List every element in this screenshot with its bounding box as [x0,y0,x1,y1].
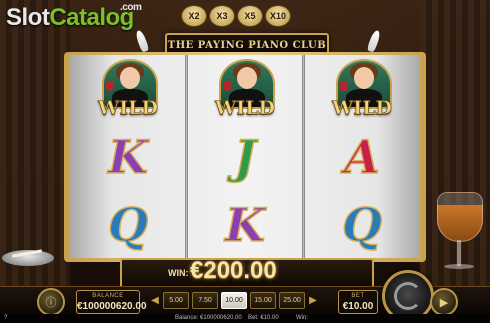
bet-option[interactable]: 7.50 [192,292,218,309]
win-label: WIN: [168,268,189,278]
bet-option[interactable]: 15.00 [250,292,276,309]
bet-increase-arrow-icon[interactable]: ▶ [308,295,318,306]
glass-base [444,264,474,269]
status-balance: Balance: €100000620.00 [175,315,242,321]
balance-value: €100000620.00 [77,301,147,312]
symbol-j: J [197,125,293,189]
cocktail-glass-icon [437,192,483,242]
wild-label: WILD [214,97,276,120]
reels: WILD K Q WILD J K WILD A Q [70,55,420,258]
symbol-letter: Q [341,197,383,253]
symbol-a: A [314,125,410,189]
balance-label: BALANCE [92,293,124,299]
info-button[interactable]: ⓘ [37,288,65,316]
wild-label: WILD [97,97,159,120]
bet-display: BET €10.00 [338,290,378,314]
win-amount: €200.00 [190,257,277,284]
bet-value: €10.00 [342,301,374,312]
symbol-q: Q [314,193,410,257]
symbol-letter: K [107,129,148,185]
info-icon: ⓘ [45,296,57,309]
curtain-right [420,0,490,290]
multiplier-row: X2 X3 X5 X10 [181,5,291,27]
symbol-letter: A [343,129,380,185]
status-help[interactable]: ? [4,315,7,321]
bet-label: BET [351,293,365,299]
spin-icon [394,282,422,310]
balance-display: BALANCE €100000620.00 [76,290,147,314]
reel-divider [185,55,188,258]
symbol-k: K [197,193,293,257]
bet-option[interactable]: 25.00 [279,292,305,309]
symbol-letter: K [224,197,265,253]
watermark-slot: Slot [6,4,50,31]
symbol-wild: WILD [314,57,410,121]
bet-option[interactable]: 5.00 [163,292,189,309]
glass-stem [457,240,461,266]
bet-option-selected[interactable]: 10.00 [221,292,247,309]
watermark-com: .com [120,2,142,13]
status-bet: Bet: €10.00 [248,315,279,321]
multiplier-x2: X2 [181,5,207,27]
status-bar: ? Balance: €100000620.00 Bet: €10.00 Win… [0,314,490,323]
watermark-logo: SlotCatalog .com [6,3,142,31]
symbol-letter: Q [107,197,149,253]
symbol-wild: WILD [197,57,293,121]
curtain-left [0,0,70,290]
multiplier-x5: X5 [237,5,263,27]
multiplier-x3: X3 [209,5,235,27]
symbol-k: K [80,125,176,189]
wild-label: WILD [331,97,393,120]
status-win: Win: [296,315,308,321]
autoplay-button[interactable]: ▶ [430,288,458,316]
bet-selector: ◀ 5.00 7.50 10.00 15.00 25.00 ▶ [150,292,318,309]
reel-divider [302,55,305,258]
play-icon: ▶ [439,295,449,309]
bet-decrease-arrow-icon[interactable]: ◀ [150,295,160,306]
symbol-q: Q [80,193,176,257]
symbol-letter: J [233,129,256,185]
multiplier-x10: X10 [265,5,291,27]
symbol-wild: WILD [80,57,176,121]
